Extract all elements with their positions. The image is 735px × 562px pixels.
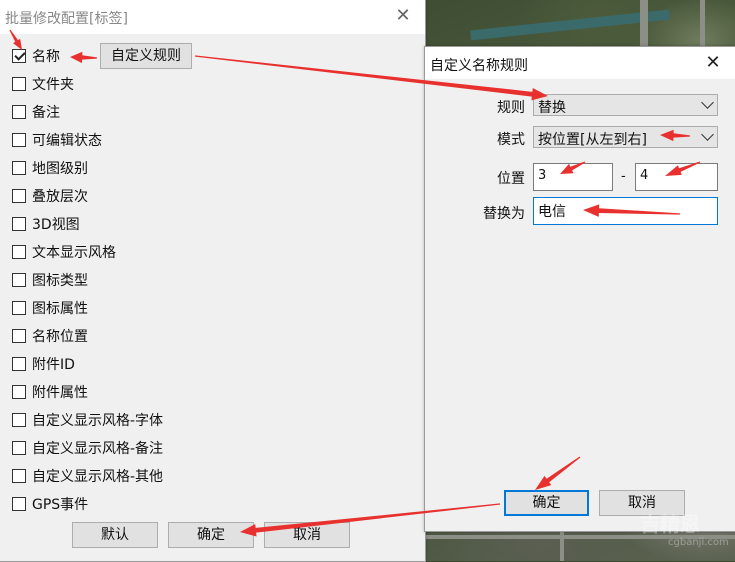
replace-with-input[interactable]: 电信	[533, 197, 718, 225]
mode-label: 模式	[497, 132, 525, 148]
checkbox-label: 自定义显示风格-字体	[32, 413, 164, 429]
checkbox-label: 附件属性	[32, 385, 88, 401]
rule-label: 规则	[497, 100, 525, 116]
checkbox[interactable]	[12, 77, 26, 91]
checkbox[interactable]	[12, 441, 26, 455]
checkbox-row[interactable]: 名称	[12, 45, 60, 67]
cancel-button[interactable]: 取消	[264, 522, 350, 548]
checkbox[interactable]	[12, 245, 26, 259]
checkbox-row[interactable]: 自定义显示风格-其他	[12, 465, 163, 487]
checkbox[interactable]	[12, 385, 26, 399]
close-icon[interactable]: ✕	[703, 53, 723, 73]
dialog-title: 自定义名称规则	[430, 58, 528, 74]
close-icon[interactable]: ✕	[393, 6, 413, 26]
watermark-text: 吉精恩	[640, 512, 700, 536]
checkbox-label: 附件ID	[32, 357, 75, 373]
checkbox-row[interactable]: 图标类型	[12, 269, 88, 291]
checkbox[interactable]	[12, 469, 26, 483]
checkbox-label: 自定义显示风格-备注	[32, 441, 164, 457]
dialog-title: 批量修改配置[标签]	[5, 11, 128, 27]
checkbox-row[interactable]: 附件属性	[12, 381, 88, 403]
ok-button[interactable]: 确定	[504, 490, 589, 516]
checkbox-label: GPS事件	[32, 497, 89, 513]
title-bar: 自定义名称规则 ✕	[425, 47, 735, 79]
checkbox-label: 备注	[32, 105, 60, 121]
checkbox[interactable]	[12, 105, 26, 119]
checkbox-row[interactable]: 附件ID	[12, 353, 75, 375]
checkbox[interactable]	[12, 273, 26, 287]
position-to-input[interactable]: 4	[635, 163, 718, 191]
checkbox-label: 名称位置	[32, 329, 88, 345]
custom-rule-button[interactable]: 自定义规则	[100, 43, 192, 69]
custom-name-rule-dialog: 自定义名称规则 ✕ 规则 替换 模式 按位置[从左到右] 位置 3 - 4 替换…	[424, 46, 735, 532]
checkbox[interactable]	[12, 189, 26, 203]
checkbox-label: 自定义显示风格-其他	[32, 469, 164, 485]
mode-select-value: 按位置[从左到右]	[538, 132, 647, 148]
mode-select[interactable]: 按位置[从左到右]	[533, 126, 718, 148]
checkbox-row[interactable]: 自定义显示风格-备注	[12, 437, 163, 459]
checkbox-label: 地图级别	[32, 161, 88, 177]
chevron-down-icon	[701, 128, 714, 141]
batch-modify-dialog: 批量修改配置[标签] ✕ 名称文件夹备注可编辑状态地图级别叠放层次 3D视图文本显…	[0, 0, 426, 562]
checkbox-row[interactable]: 叠放层次	[12, 185, 88, 207]
checkbox-row[interactable]: 地图级别	[12, 157, 88, 179]
checkbox[interactable]	[12, 133, 26, 147]
checkbox-label: 3D视图	[32, 217, 80, 233]
checkbox-label: 可编辑状态	[32, 133, 102, 149]
replace-with-label: 替换为	[483, 206, 525, 222]
checkbox-row[interactable]: 文本显示风格	[12, 241, 116, 263]
checkbox-label: 叠放层次	[32, 189, 88, 205]
checkbox-row[interactable]: 3D视图	[12, 213, 80, 235]
checkbox[interactable]	[12, 497, 26, 511]
checkbox-label: 文本显示风格	[32, 245, 116, 261]
checkbox-label: 名称	[32, 49, 60, 65]
rule-select[interactable]: 替换	[533, 94, 718, 116]
checkbox[interactable]	[12, 301, 26, 315]
title-bar: 批量修改配置[标签] ✕	[0, 0, 425, 34]
checkbox[interactable]	[12, 357, 26, 371]
position-label: 位置	[497, 171, 525, 187]
checkbox-label: 图标类型	[32, 273, 88, 289]
checkbox[interactable]	[12, 217, 26, 231]
checkbox-row[interactable]: 可编辑状态	[12, 129, 102, 151]
checkbox-row[interactable]: 文件夹	[12, 73, 74, 95]
checkbox-row[interactable]: 自定义显示风格-字体	[12, 409, 163, 431]
watermark-subtext: cgbanji.com	[668, 537, 729, 548]
map-road	[700, 0, 705, 50]
checkbox-row[interactable]: 备注	[12, 101, 60, 123]
default-button[interactable]: 默认	[72, 522, 158, 548]
position-from-input[interactable]: 3	[533, 163, 613, 191]
rule-select-value: 替换	[538, 100, 566, 116]
checkbox[interactable]	[12, 329, 26, 343]
checkbox-label: 图标属性	[32, 301, 88, 317]
checkbox-row[interactable]: GPS事件	[12, 493, 88, 515]
checkbox-label: 文件夹	[32, 77, 74, 93]
checkbox[interactable]	[12, 413, 26, 427]
ok-button[interactable]: 确定	[168, 522, 254, 548]
checkbox-row[interactable]: 名称位置	[12, 325, 88, 347]
checkbox[interactable]	[12, 161, 26, 175]
chevron-down-icon	[701, 96, 714, 109]
checkbox-row[interactable]: 图标属性	[12, 297, 88, 319]
checkbox-checked[interactable]	[12, 49, 26, 63]
position-separator: -	[621, 169, 626, 184]
